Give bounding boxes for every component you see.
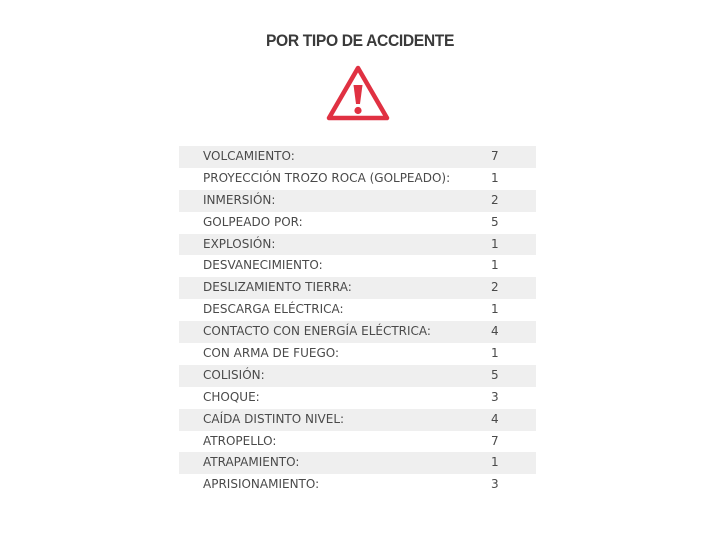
table-row: DESLIZAMIENTO TIERRA: 2 [179,277,536,300]
table-row: CON ARMA DE FUEGO: 1 [179,343,536,365]
page-title: POR TIPO DE ACCIDENTE [265,31,455,50]
table-row: EXPLOSIÓN: 1 [179,233,536,256]
table-row: CHOQUE: 3 [179,387,536,409]
row-value: 3 [491,477,499,492]
row-label: COLISIÓN: [203,367,265,382]
table-row: ATRAPAMIENTO: 1 [179,452,536,475]
accident-table: VOLCAMIENTO: 7 PROYECCIÓN TROZO ROCA (GO… [179,146,536,496]
row-label: DESVANECIMIENTO: [203,258,323,273]
row-label: CHOQUE: [203,389,260,404]
table-row: ATROPELLO: 7 [179,431,536,453]
table-row: CAÍDA DISTINTO NIVEL: 4 [179,408,536,431]
table-row: VOLCAMIENTO: 7 [179,146,536,168]
row-value: 3 [491,389,499,404]
table-row: INMERSIÓN: 2 [179,189,536,212]
row-value: 4 [491,324,499,339]
row-value: 1 [491,455,499,470]
row-value: 2 [491,192,499,207]
row-value: 1 [491,236,499,251]
row-value: 2 [491,280,499,295]
row-label: GOLPEADO POR: [203,214,303,229]
row-label: VOLCAMIENTO: [203,149,295,163]
row-value: 5 [491,367,499,382]
table-row: GOLPEADO POR: 5 [179,212,536,234]
table-row: PROYECCIÓN TROZO ROCA (GOLPEADO): 1 [179,168,536,190]
table-row: CONTACTO CON ENERGÍA ELÉCTRICA: 4 [179,321,536,344]
warning-triangle-icon [325,63,391,123]
row-label: INMERSIÓN: [203,192,276,207]
row-label: PROYECCIÓN TROZO ROCA (GOLPEADO): [203,170,451,185]
row-label: DESCARGA ELÉCTRICA: [203,302,344,317]
row-label: ATRAPAMIENTO: [203,455,300,470]
row-label: CONTACTO CON ENERGÍA ELÉCTRICA: [203,324,431,339]
row-value: 4 [491,411,499,426]
row-label: APRISIONAMIENTO: [203,477,320,492]
table-row: DESCARGA ELÉCTRICA: 1 [179,299,536,321]
table-row: COLISIÓN: 5 [179,364,536,387]
row-label: EXPLOSIÓN: [203,236,276,251]
row-label: CAÍDA DISTINTO NIVEL: [203,411,345,426]
table-row: DESVANECIMIENTO: 1 [179,255,536,277]
row-label: CON ARMA DE FUEGO: [203,346,340,361]
row-value: 1 [491,302,499,317]
row-value: 1 [491,258,499,273]
row-label: DESLIZAMIENTO TIERRA: [203,280,352,295]
row-value: 1 [491,170,499,185]
row-label: ATROPELLO: [203,433,277,448]
row-value: 5 [491,214,499,229]
row-value: 7 [491,149,499,163]
row-value: 7 [491,433,499,448]
table-row: APRISIONAMIENTO: 3 [179,474,536,496]
row-value: 1 [491,346,499,361]
